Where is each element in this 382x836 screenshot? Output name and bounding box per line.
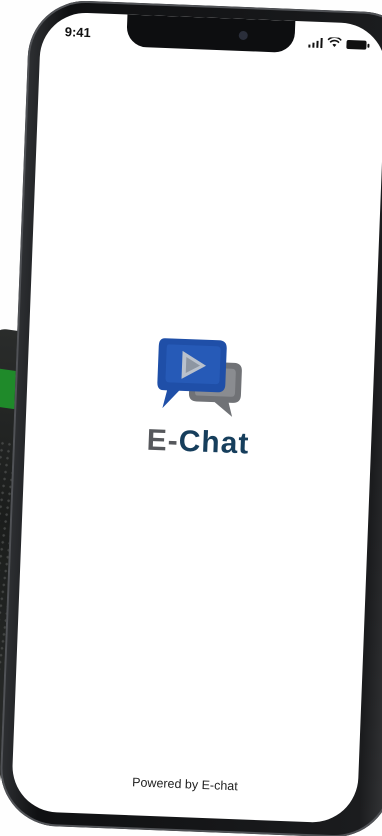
status-icons bbox=[307, 33, 367, 53]
app-name: E-Chat bbox=[25, 419, 372, 466]
front-camera bbox=[238, 30, 248, 41]
phone-notch bbox=[126, 14, 296, 53]
battery-icon bbox=[346, 39, 367, 50]
wifi-icon bbox=[327, 34, 342, 53]
phone-frame: 9:41 E-Chat Powered by E-chat bbox=[0, 0, 382, 836]
app-name-prefix: E- bbox=[146, 423, 180, 458]
app-logo: E-Chat bbox=[25, 329, 376, 466]
splash-screen[interactable]: 9:41 E-Chat Powered by E-chat bbox=[10, 11, 382, 824]
powered-by-footer: Powered by E-chat bbox=[131, 775, 238, 794]
chat-video-bubbles-icon bbox=[157, 338, 242, 417]
app-name-suffix: Chat bbox=[178, 424, 251, 461]
screenshot-stage: 9:41 E-Chat Powered by E-chat bbox=[0, 0, 382, 836]
status-time: 9:41 bbox=[64, 24, 92, 41]
cellular-signal-icon bbox=[307, 37, 323, 49]
